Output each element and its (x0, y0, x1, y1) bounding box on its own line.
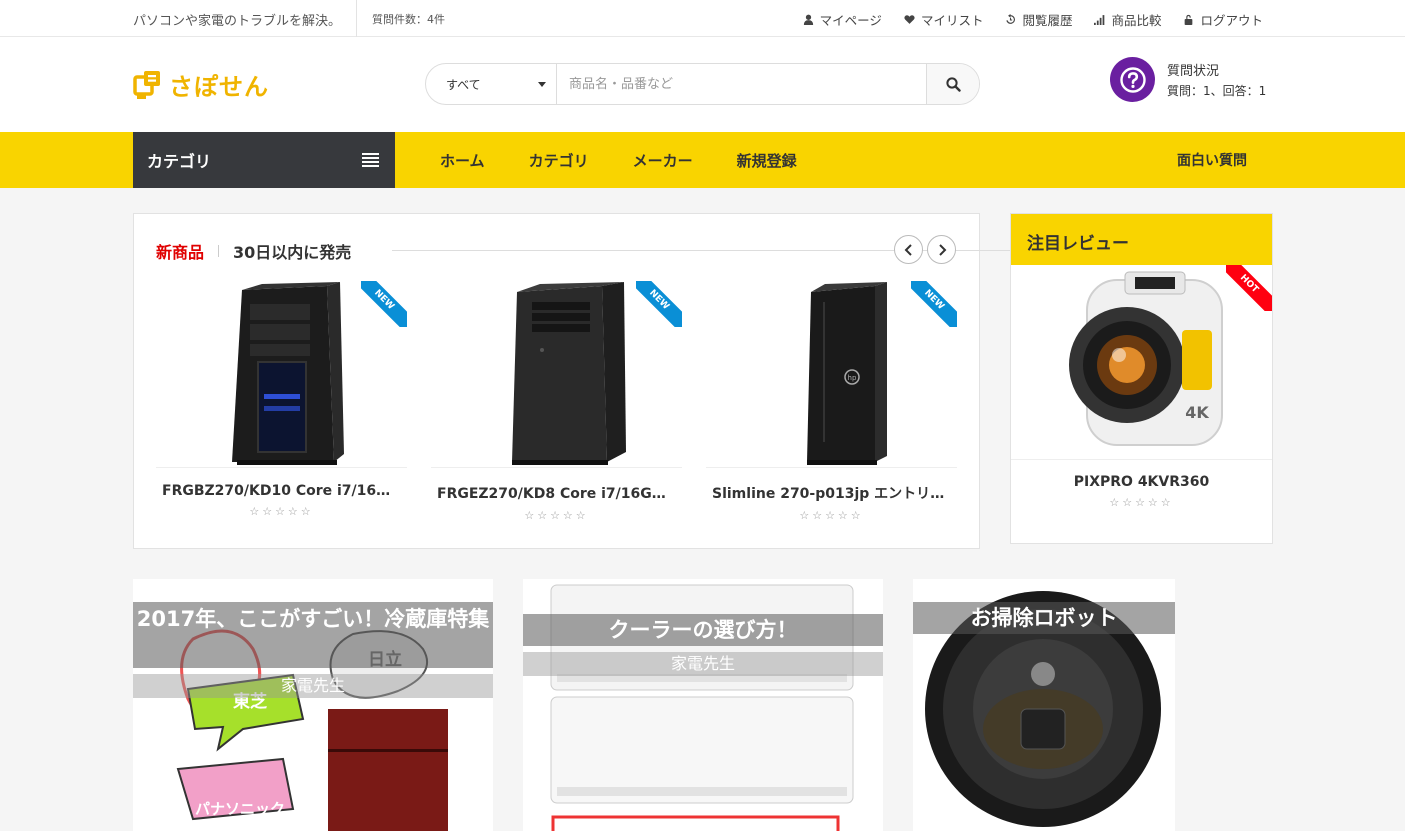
star-rating: ☆☆☆☆☆ (249, 505, 314, 518)
product-name: FRGEZ270/KD8 Core i7/16GBメ… (437, 486, 682, 502)
feature-title-band: クーラーの選び方！ (523, 614, 883, 646)
star-rating: ☆☆☆☆☆ (799, 509, 864, 522)
new-products-subtitle: 30日以内に発売 (233, 243, 352, 262)
signal-bars-icon (1094, 15, 1105, 25)
nav-category[interactable]: カテゴリ (529, 150, 589, 171)
feature-author-band: 家電先生 (133, 674, 493, 698)
pc-tower-image (231, 282, 344, 465)
search-button[interactable] (926, 64, 979, 104)
site-header: さぽせん すべて 質問状況 質問：1、回答：1 (0, 37, 1405, 132)
search-input[interactable] (557, 64, 926, 104)
featured-review-panel: 注目レビュー 4K HOT PIXPRO 4KVR360 ☆☆☆☆☆ (1010, 213, 1273, 544)
product-image: NEW (431, 281, 682, 468)
nav-funny-questions[interactable]: 面白い質問 (1177, 150, 1247, 170)
nav-maker[interactable]: メーカー (633, 150, 693, 171)
question-status[interactable]: 質問状況 質問：1、回答：1 (1110, 57, 1266, 102)
feature-title: 2017年、ここがすごい！冷蔵庫特集 (136, 607, 490, 631)
new-products-header: 新商品 30日以内に発売 (156, 239, 351, 263)
review-product-name: PIXPRO 4KVR360 (1073, 474, 1210, 490)
nav-home[interactable]: ホーム (440, 150, 485, 171)
search-bar: すべて (425, 63, 980, 105)
main-navbar: カテゴリ ホーム カテゴリ メーカー 新規登録 面白い質問 (0, 132, 1405, 188)
feature-title-band: 2017年、ここがすごい！冷蔵庫特集 (133, 602, 493, 668)
caret-down-icon (538, 81, 546, 87)
new-ribbon: NEW (361, 281, 407, 327)
history-link[interactable]: 閲覧履歴 (1005, 10, 1072, 29)
top-bar: パソコンや家電のトラブルを解決。 質問件数：4件 マイページ マイリスト 閲覧履… (0, 0, 1405, 37)
chevron-left-icon (904, 243, 912, 256)
feature-author: 家電先生 (670, 654, 735, 673)
history-label: 閲覧履歴 (1022, 13, 1073, 28)
mypage-link[interactable]: マイページ (803, 10, 882, 29)
feature-title-band: お掃除ロボット (913, 602, 1175, 634)
lock-icon (1185, 14, 1193, 25)
logout-label: ログアウト (1200, 13, 1263, 28)
question-status-title: 質問状況 (1167, 64, 1220, 79)
star-rating: ☆☆☆☆☆ (524, 509, 589, 522)
mylist-link[interactable]: マイリスト (904, 10, 984, 29)
compare-link[interactable]: 商品比較 (1094, 10, 1161, 29)
feature-author: 家電先生 (280, 676, 345, 695)
logo-text: さぽせん (169, 73, 269, 101)
nav-register[interactable]: 新規登録 (737, 150, 797, 171)
product-name: Slimline 270-p013jp エントリー… (712, 486, 957, 502)
chevron-right-icon (938, 243, 946, 256)
user-icon (803, 14, 813, 25)
carousel-prev-button[interactable] (894, 235, 923, 264)
main-nav-links: ホーム カテゴリ メーカー 新規登録 (440, 150, 797, 171)
site-logo[interactable]: さぽせん (133, 67, 269, 102)
product-image: NEW (156, 281, 407, 468)
question-count: 質問件数：4件 (372, 13, 445, 26)
topbar-divider (356, 0, 357, 37)
carousel-next-button[interactable] (927, 235, 956, 264)
hp-desktop-image: hp (806, 282, 887, 465)
panasonic-text: パナソニック (195, 800, 286, 818)
svg-text:hp: hp (847, 374, 856, 382)
search-category-value: すべて (446, 77, 481, 92)
feature-tile-robot-vacuum[interactable]: お掃除ロボット (913, 579, 1175, 831)
feature-tile-aircon[interactable]: クーラーの選び方！ 家電先生 (523, 579, 883, 831)
logout-link[interactable]: ログアウト (1183, 10, 1263, 29)
new-products-title: 新商品 (156, 243, 205, 262)
logo-icon (133, 70, 160, 99)
product-card[interactable]: hp NEW Slimline 270-p013jp エントリー… ☆☆☆☆☆ (706, 281, 957, 522)
feature-title: クーラーの選び方！ (608, 618, 798, 642)
question-status-detail: 質問：1、回答：1 (1167, 84, 1267, 98)
mylist-label: マイリスト (920, 13, 984, 28)
carousel-controls (894, 235, 956, 264)
svg-text:4K: 4K (1185, 403, 1209, 422)
account-nav: マイページ マイリスト 閲覧履歴 商品比較 ログアウト (803, 10, 1263, 29)
product-carousel: NEW FRGBZ270/KD10 Core i7/16GB… ☆☆☆☆☆ NE… (156, 281, 957, 522)
mypage-label: マイページ (819, 13, 882, 28)
history-icon (1006, 14, 1016, 24)
new-ribbon: NEW (911, 281, 957, 327)
feature-author-band: 家電先生 (523, 652, 883, 676)
product-image: hp NEW (706, 281, 957, 468)
review-title: 注目レビュー (1011, 214, 1272, 265)
new-ribbon: NEW (636, 281, 682, 327)
category-menu-button[interactable]: カテゴリ (133, 132, 395, 188)
pc-tower-image (511, 282, 626, 465)
product-card[interactable]: NEW FRGEZ270/KD8 Core i7/16GBメ… ☆☆☆☆☆ (431, 281, 682, 522)
new-products-panel: 新商品 30日以内に発売 NEW FRGBZ270/KD10 Core i7/1… (133, 213, 1022, 549)
feature-title: お掃除ロボット (970, 606, 1118, 630)
search-category-select[interactable]: すべて (426, 64, 557, 104)
compare-label: 商品比較 (1111, 13, 1162, 28)
vr-camera-image: 4K (1068, 271, 1223, 446)
question-icon (1110, 57, 1155, 102)
product-card[interactable]: NEW FRGBZ270/KD10 Core i7/16GB… ☆☆☆☆☆ (156, 281, 407, 522)
product-name: FRGBZ270/KD10 Core i7/16GB… (162, 483, 407, 499)
review-product-image[interactable]: 4K HOT (1011, 265, 1272, 460)
hot-ribbon: HOT (1226, 265, 1272, 311)
search-icon (945, 76, 961, 92)
list-icon (362, 153, 379, 167)
title-separator (218, 245, 220, 257)
star-rating: ☆☆☆☆☆ (1109, 496, 1174, 509)
feature-tile-refrigerator[interactable]: 日立 東芝 パナソニック 2017年、ここがすごい！冷蔵庫特集 家電先生 (133, 579, 493, 831)
category-menu-label: カテゴリ (147, 152, 212, 171)
heart-icon (904, 15, 915, 24)
site-tagline: パソコンや家電のトラブルを解決。 (133, 14, 342, 29)
